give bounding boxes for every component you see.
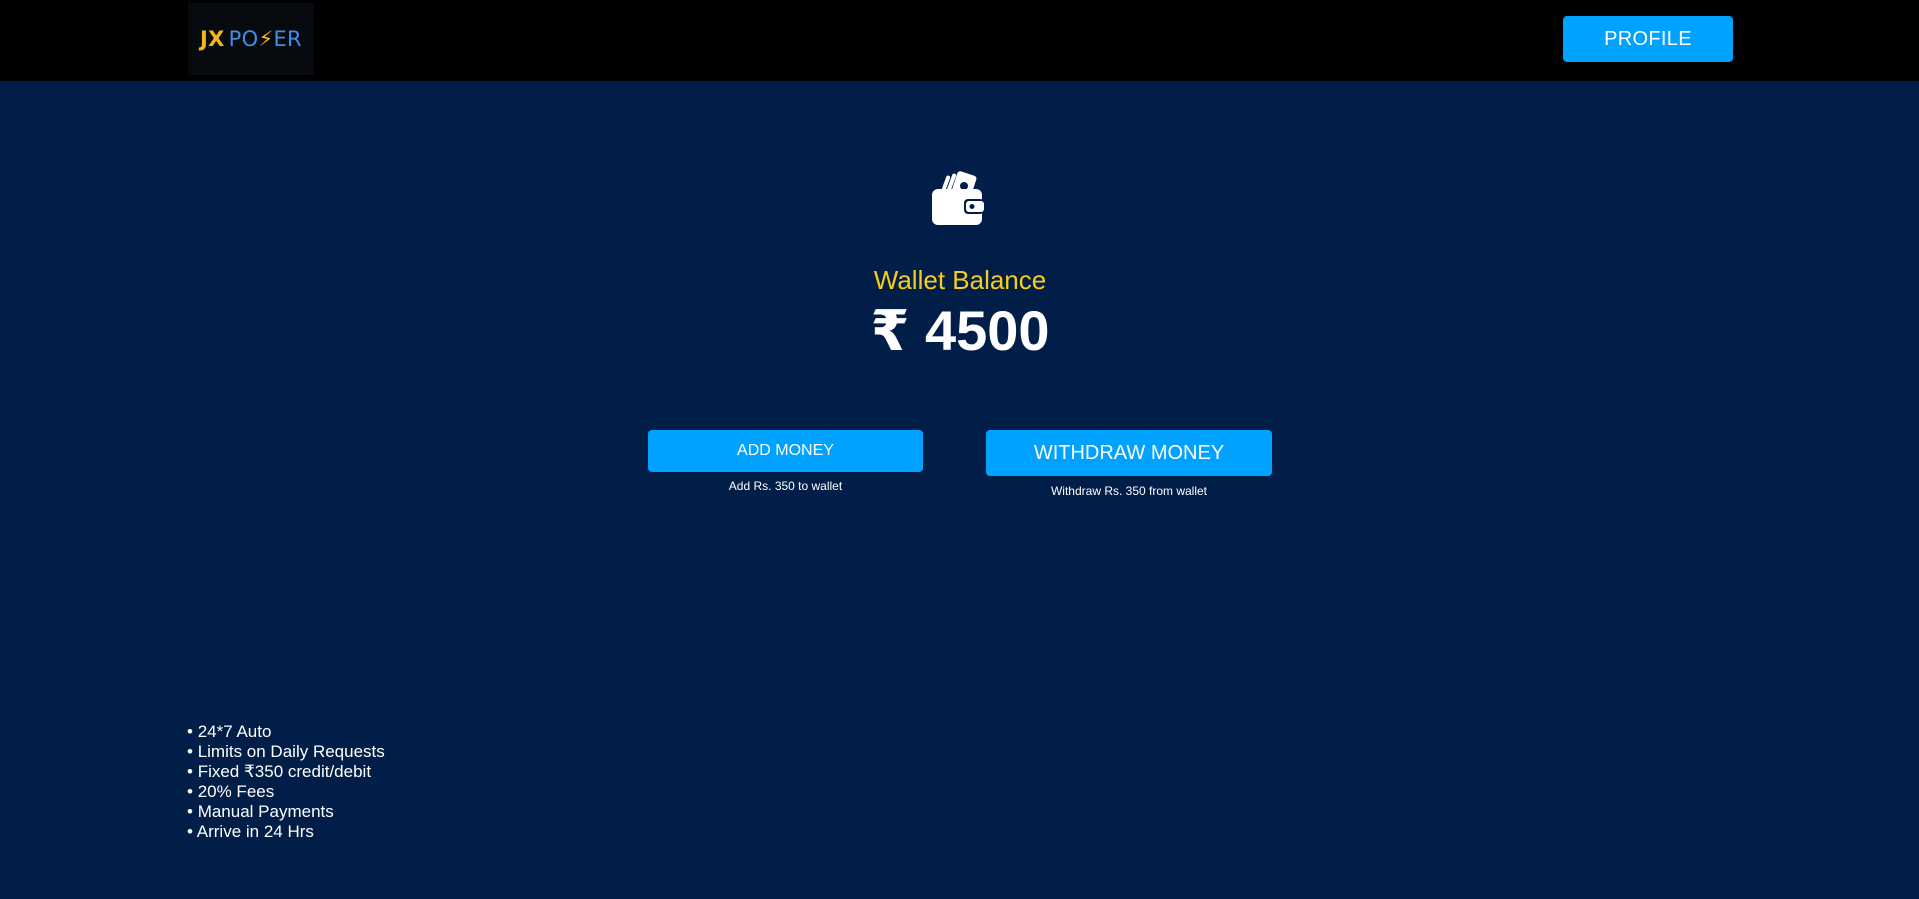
feature-item: 24*7 Auto bbox=[187, 722, 385, 742]
top-navbar: JX PO⚡ER PROFILE bbox=[0, 0, 1919, 81]
logo-jx-text: JX bbox=[200, 27, 225, 51]
wallet-balance-label: Wallet Balance bbox=[873, 265, 1047, 295]
wallet-icon bbox=[932, 171, 984, 225]
jx-power-logo[interactable]: JX PO⚡ER bbox=[188, 3, 314, 75]
feature-item: Manual Payments bbox=[187, 802, 385, 822]
profile-button[interactable]: PROFILE bbox=[1563, 16, 1733, 62]
features-list: 24*7 Auto Limits on Daily Requests Fixed… bbox=[187, 722, 385, 842]
withdraw-money-button[interactable]: WITHDRAW MONEY bbox=[986, 430, 1272, 476]
feature-item: Fixed ₹350 credit/debit bbox=[187, 762, 385, 782]
add-money-button[interactable]: ADD MONEY bbox=[648, 430, 923, 472]
feature-item: Limits on Daily Requests bbox=[187, 742, 385, 762]
feature-item: Arrive in 24 Hrs bbox=[187, 822, 385, 842]
logo-power-text: PO⚡ER bbox=[228, 27, 302, 51]
add-money-caption: Add Rs. 350 to wallet bbox=[728, 479, 843, 493]
bolt-icon: ⚡ bbox=[258, 27, 274, 51]
feature-item: 20% Fees bbox=[187, 782, 385, 802]
withdraw-money-caption: Withdraw Rs. 350 from wallet bbox=[1050, 484, 1208, 498]
wallet-balance-amount: ₹ 4500 bbox=[870, 299, 1050, 362]
